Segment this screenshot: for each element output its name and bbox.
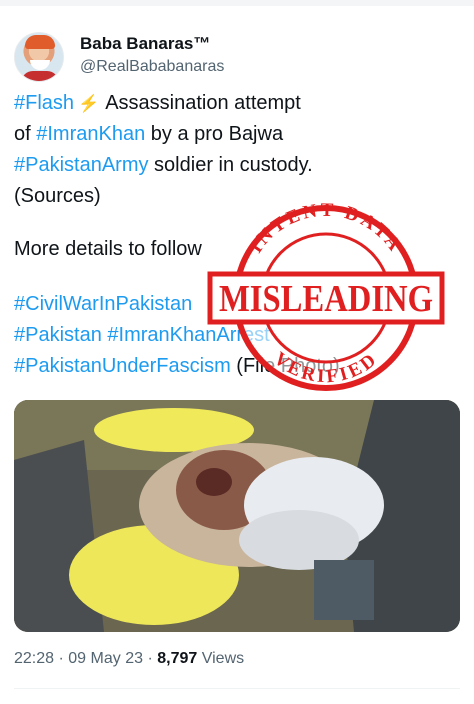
blurred-photo — [14, 400, 460, 632]
hashtag-flash[interactable]: #Flash — [14, 92, 74, 114]
avatar-turban — [25, 35, 55, 49]
display-name[interactable]: Baba Banaras™ — [80, 34, 210, 54]
tweet-line-5: More details to follow — [14, 234, 202, 265]
tweet-text-segment: More details to follow — [14, 238, 202, 260]
avatar-beard — [30, 60, 50, 70]
meta-separator: · — [147, 650, 153, 667]
tweet-text-segment: of — [14, 123, 37, 145]
lightning-icon: ⚡ — [78, 94, 100, 113]
divider — [14, 688, 460, 689]
stamp-top-text: INTENT DATA — [246, 200, 407, 257]
tweet-line-4: (Sources) — [14, 181, 101, 212]
tweet-text-segment: (File Photo) — [230, 355, 340, 377]
tweet-line-2: of #ImranKhan by a pro Bajwa — [14, 119, 283, 150]
tweet-text-segment: Assassination attempt — [105, 92, 301, 114]
hashtag-imrankhan[interactable]: #ImranKhan — [36, 123, 145, 145]
top-border — [0, 0, 474, 6]
hashtag-imrankhanarrest[interactable]: #ImranKhanArrest — [107, 324, 269, 346]
tweet-image[interactable] — [14, 400, 460, 632]
stamp-inner-ring — [260, 232, 392, 364]
tweet-meta: 22:28 · 09 May 23 · 8,797 Views — [14, 650, 244, 668]
views-count: 8,797 — [157, 650, 198, 667]
tweet-line-6: #CivilWarInPakistan — [14, 289, 192, 320]
stamp-main-text: MISLEADING — [219, 278, 433, 320]
user-handle[interactable]: @RealBababanaras — [80, 58, 224, 76]
tweet-time[interactable]: 22:28 — [14, 650, 54, 667]
tweet-text-segment: soldier in custody. — [148, 154, 313, 176]
tweet-line-8: #PakistanUnderFascism (File Photo) — [14, 351, 340, 382]
tweet-header: Baba Banaras™ @RealBababanaras — [14, 30, 454, 86]
tweet-line-7: #Pakistan #ImranKhanArrest — [14, 320, 270, 351]
meta-separator: · — [58, 650, 64, 667]
tweet-line-1: #Flash ⚡ Assassination attempt — [14, 88, 301, 119]
avatar[interactable] — [14, 32, 64, 82]
tweet-date[interactable]: 09 May 23 — [68, 650, 143, 667]
hashtag-pakistanarmy[interactable]: #PakistanArmy — [14, 154, 149, 176]
hashtag-civilwarinpakistan[interactable]: #CivilWarInPakistan — [14, 293, 192, 315]
avatar-body — [21, 71, 59, 81]
hashtag-pakistanunderfascism[interactable]: #PakistanUnderFascism — [14, 355, 231, 377]
stamp-banner — [207, 271, 445, 325]
views-label: Views — [201, 650, 245, 667]
tweet-line-3: #PakistanArmy soldier in custody. — [14, 150, 313, 181]
hashtag-pakistan[interactable]: #Pakistan — [14, 324, 102, 346]
tweet-text-segment: by a pro Bajwa — [145, 123, 284, 145]
tweet-text-segment: (Sources) — [14, 185, 101, 207]
